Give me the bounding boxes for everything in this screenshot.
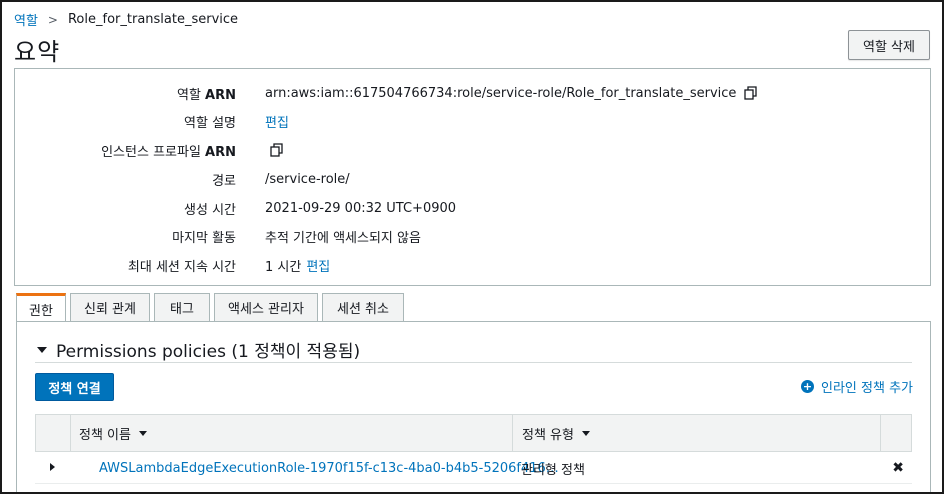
summary-row-instance-profile: 인스턴스 프로파일 ARN	[15, 140, 930, 160]
max-session-value-wrap: 1 시간 편집	[265, 256, 330, 275]
tab-permissions[interactable]: 권한	[16, 293, 66, 322]
instance-profile-value-wrap	[270, 143, 284, 157]
description-label: 역할 설명	[184, 115, 236, 131]
role-arn-value: arn:aws:iam::617504766734:role/service-r…	[265, 85, 737, 101]
summary-row-created: 생성 시간 2021-09-29 00:32 UTC+0900	[15, 198, 930, 218]
sort-caret-down-icon	[581, 430, 590, 436]
tab-revoke-sessions[interactable]: 세션 취소	[322, 293, 404, 321]
role-arn-label-text: 역할	[176, 87, 206, 103]
summary-row-path: 경로 /service-role/	[15, 169, 930, 189]
summary-box: 역할 ARN arn:aws:iam::617504766734:role/se…	[14, 68, 931, 286]
permissions-panel: Permissions policies (1 정책이 적용됨) 정책 연결 +…	[16, 321, 931, 492]
section-divider	[35, 362, 912, 363]
role-arn-value-wrap: arn:aws:iam::617504766734:role/service-r…	[265, 86, 758, 101]
breadcrumb-separator: >	[47, 12, 58, 27]
summary-row-description: 역할 설명 편집	[15, 111, 930, 131]
column-header-policy-name[interactable]: 정책 이름	[79, 415, 147, 451]
permissions-section-toggle[interactable]: Permissions policies (1 정책이 적용됨)	[37, 337, 360, 362]
max-session-label: 최대 세션 지속 시간	[127, 259, 236, 275]
page-title: 요약	[14, 38, 61, 66]
role-arn-label-bold: ARN	[205, 87, 236, 103]
column-divider	[880, 415, 881, 451]
breadcrumb-roles-link[interactable]: 역할	[14, 10, 38, 29]
path-label: 경로	[212, 173, 236, 189]
tab-tags[interactable]: 태그	[154, 293, 210, 321]
sort-caret-down-icon	[138, 430, 147, 436]
add-inline-policy-link[interactable]: + 인라인 정책 추가	[801, 377, 913, 396]
breadcrumb-current: Role_for_translate_service	[67, 12, 239, 27]
plus-circle-icon: +	[801, 380, 814, 393]
caret-down-icon	[37, 346, 47, 353]
column-divider	[512, 415, 513, 451]
created-value: 2021-09-29 00:32 UTC+0900	[265, 200, 457, 216]
last-activity-value: 추적 기간에 액세스되지 않음	[265, 230, 421, 246]
summary-row-last-activity: 마지막 활동 추적 기간에 액세스되지 않음	[15, 226, 930, 246]
column-header-policy-type-label: 정책 유형	[522, 427, 574, 443]
path-value: /service-role/	[265, 171, 350, 187]
last-activity-label: 마지막 활동	[172, 230, 236, 246]
close-icon[interactable]: ✖	[892, 460, 904, 476]
instance-profile-label: 인스턴스 프로파일 ARN	[101, 141, 236, 160]
max-session-value: 1 시간	[265, 259, 302, 275]
iam-role-summary-page: 역할 > Role_for_translate_service 요약 역할 삭제…	[0, 0, 944, 494]
column-divider	[70, 415, 71, 451]
instance-profile-label-text: 인스턴스 프로파일	[101, 144, 206, 160]
summary-row-max-session: 최대 세션 지속 시간 1 시간 편집	[15, 255, 930, 275]
description-value-wrap: 편집	[265, 112, 289, 131]
summary-row-role-arn: 역할 ARN arn:aws:iam::617504766734:role/se…	[15, 83, 930, 103]
attach-policies-button[interactable]: 정책 연결	[35, 373, 114, 401]
add-inline-policy-label: 인라인 정책 추가	[821, 381, 913, 396]
column-header-policy-name-label: 정책 이름	[79, 427, 131, 443]
table-row: AWSLambdaEdgeExecutionRole-1970f15f-c13c…	[35, 452, 912, 484]
description-edit-link[interactable]: 편집	[265, 112, 289, 131]
breadcrumb: 역할 > Role_for_translate_service	[14, 10, 238, 29]
policy-type: 관리형 정책	[521, 462, 585, 478]
role-arn-label: 역할 ARN	[177, 84, 236, 103]
policy-name-link[interactable]: AWSLambdaEdgeExecutionRole-1970f15f-c13c…	[99, 452, 559, 484]
table-header: 정책 이름 정책 유형	[35, 414, 912, 452]
instance-profile-label-bold: ARN	[205, 144, 236, 160]
column-header-policy-type[interactable]: 정책 유형	[522, 415, 590, 451]
delete-role-button[interactable]: 역할 삭제	[848, 30, 930, 60]
permissions-section-title: Permissions policies (1 정책이 적용됨)	[56, 342, 361, 362]
tab-trust-relationships[interactable]: 신뢰 관계	[70, 293, 150, 321]
copy-icon[interactable]	[270, 143, 284, 157]
policies-table: 정책 이름 정책 유형 AWSLambdaEdgeExecutionRole-1…	[35, 414, 912, 492]
max-session-edit-link[interactable]: 편집	[306, 256, 330, 275]
tab-access-advisor[interactable]: 액세스 관리자	[214, 293, 318, 321]
tab-bar: 권한 신뢰 관계 태그 액세스 관리자 세션 취소	[16, 293, 408, 322]
created-label: 생성 시간	[184, 202, 236, 218]
caret-right-icon[interactable]	[50, 463, 55, 471]
copy-icon[interactable]	[744, 86, 758, 100]
